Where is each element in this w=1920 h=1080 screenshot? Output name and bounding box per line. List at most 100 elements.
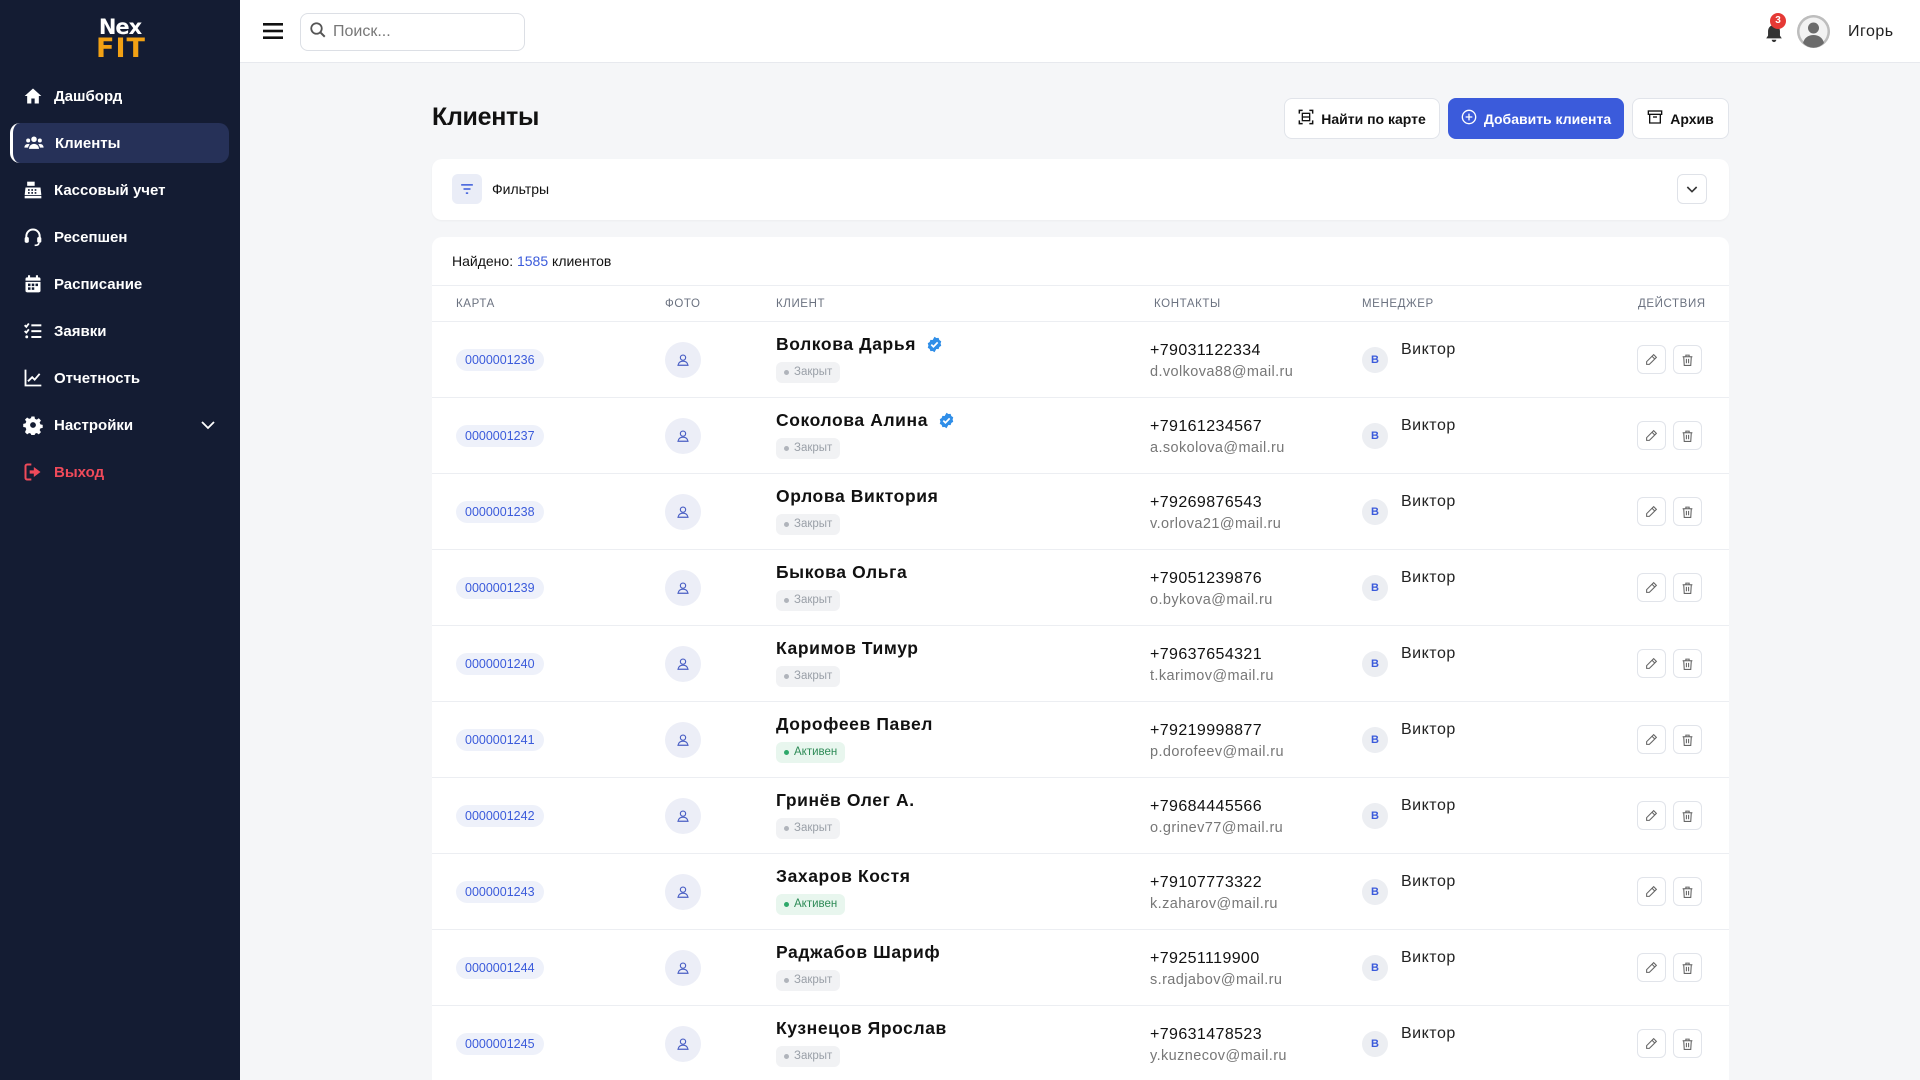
client-phone[interactable]: +79219998877 [1150,722,1262,740]
table-row[interactable]: 0000001242 Гринёв Олег А. Закрыт +796844… [432,778,1729,854]
edit-button[interactable] [1637,877,1666,906]
client-phone[interactable]: +79631478523 [1150,1026,1262,1044]
edit-button[interactable] [1637,573,1666,602]
delete-button[interactable] [1673,1029,1702,1058]
delete-button[interactable] [1673,725,1702,754]
card-number[interactable]: 0000001242 [456,805,544,827]
client-email[interactable]: d.volkova88@mail.ru [1150,364,1293,380]
add-client-button[interactable]: Добавить клиента [1448,98,1624,139]
edit-button[interactable] [1637,1029,1666,1058]
client-email[interactable]: p.dorofeev@mail.ru [1150,744,1284,760]
table-row[interactable]: 0000001239 Быкова Ольга Закрыт +79051239… [432,550,1729,626]
table-row[interactable]: 0000001237 Соколова Алина Закрыт +791612… [432,398,1729,474]
table-row[interactable]: 0000001244 Раджабов Шариф Закрыт +792511… [432,930,1729,1006]
brand-logo[interactable]: Nex FIT [96,16,145,62]
client-photo[interactable] [665,950,701,986]
edit-button[interactable] [1637,421,1666,450]
client-email[interactable]: a.sokolova@mail.ru [1150,440,1285,456]
table-row[interactable]: 0000001245 Кузнецов Ярослав Закрыт +7963… [432,1006,1729,1080]
card-number[interactable]: 0000001239 [456,577,544,599]
table-row[interactable]: 0000001240 Каримов Тимур Закрыт +7963765… [432,626,1729,702]
sidebar-item-requests[interactable]: Заявки [10,311,229,351]
archive-button[interactable]: Архив [1632,98,1729,139]
sidebar-item-reports[interactable]: Отчетность [10,358,229,398]
search-input[interactable] [333,23,513,41]
client-photo[interactable] [665,570,701,606]
sidebar-item-clients[interactable]: Клиенты [10,123,229,163]
client-name[interactable]: Быкова Ольга [776,562,907,583]
card-number[interactable]: 0000001237 [456,425,544,447]
client-photo[interactable] [665,418,701,454]
client-email[interactable]: v.orlova21@mail.ru [1150,516,1281,532]
client-phone[interactable]: +79637654321 [1150,646,1262,664]
sidebar-item-settings[interactable]: Настройки [10,405,229,445]
edit-button[interactable] [1637,497,1666,526]
column-header-manager[interactable]: МЕНЕДЖЕР [1362,298,1434,310]
client-email[interactable]: y.kuznecov@mail.ru [1150,1048,1287,1064]
client-phone[interactable]: +79269876543 [1150,494,1262,512]
delete-button[interactable] [1673,801,1702,830]
card-number[interactable]: 0000001240 [456,653,544,675]
card-number[interactable]: 0000001236 [456,349,544,371]
client-name[interactable]: Волкова Дарья [776,334,943,355]
edit-button[interactable] [1637,649,1666,678]
client-name[interactable]: Кузнецов Ярослав [776,1018,947,1039]
client-photo[interactable] [665,722,701,758]
card-number[interactable]: 0000001238 [456,501,544,523]
delete-button[interactable] [1673,421,1702,450]
filters-toggle-button[interactable] [1677,174,1707,204]
client-name[interactable]: Соколова Алина [776,410,955,431]
client-photo[interactable] [665,646,701,682]
edit-button[interactable] [1637,953,1666,982]
client-name[interactable]: Орлова Виктория [776,486,938,507]
client-name[interactable]: Дорофеев Павел [776,714,933,735]
delete-button[interactable] [1673,497,1702,526]
sidebar-item-logout[interactable]: Выход [10,452,229,492]
client-email[interactable]: t.karimov@mail.ru [1150,668,1274,684]
client-name[interactable]: Захаров Костя [776,866,911,887]
card-number[interactable]: 0000001241 [456,729,544,751]
menu-icon[interactable] [262,20,284,42]
sidebar-item-schedule[interactable]: Расписание [10,264,229,304]
sidebar-item-cash[interactable]: Кассовый учет [10,170,229,210]
table-row[interactable]: 0000001238 Орлова Виктория Закрыт +79269… [432,474,1729,550]
client-phone[interactable]: +79031122334 [1150,342,1261,360]
find-by-card-button[interactable]: Найти по карте [1284,98,1440,139]
table-row[interactable]: 0000001236 Волкова Дарья Закрыт +7903112… [432,322,1729,398]
card-number[interactable]: 0000001243 [456,881,544,903]
client-photo[interactable] [665,1026,701,1062]
card-number[interactable]: 0000001245 [456,1033,544,1055]
chevron-down-icon[interactable] [199,416,217,438]
avatar[interactable] [1797,15,1830,48]
client-photo[interactable] [665,342,701,378]
client-email[interactable]: o.grinev77@mail.ru [1150,820,1283,836]
column-header-card[interactable]: КАРТА [456,298,495,310]
client-photo[interactable] [665,874,701,910]
delete-button[interactable] [1673,877,1702,906]
sidebar-item-reception[interactable]: Ресепшен [10,217,229,257]
user-name[interactable]: Игорь [1848,23,1894,41]
client-photo[interactable] [665,494,701,530]
edit-button[interactable] [1637,725,1666,754]
client-phone[interactable]: +79161234567 [1150,418,1262,436]
client-phone[interactable]: +79684445566 [1150,798,1262,816]
client-name[interactable]: Гринёв Олег А. [776,790,915,811]
table-row[interactable]: 0000001243 Захаров Костя Активен +791077… [432,854,1729,930]
client-photo[interactable] [665,798,701,834]
client-phone[interactable]: +79051239876 [1150,570,1262,588]
client-phone[interactable]: +79251119900 [1150,950,1260,968]
column-header-client[interactable]: КЛИЕНТ [776,298,825,310]
card-number[interactable]: 0000001244 [456,957,544,979]
delete-button[interactable] [1673,345,1702,374]
delete-button[interactable] [1673,953,1702,982]
client-phone[interactable]: +79107773322 [1150,874,1262,892]
delete-button[interactable] [1673,649,1702,678]
client-email[interactable]: o.bykova@mail.ru [1150,592,1273,608]
client-email[interactable]: s.radjabov@mail.ru [1150,972,1282,988]
edit-button[interactable] [1637,345,1666,374]
delete-button[interactable] [1673,573,1702,602]
sidebar-item-dashboard[interactable]: Дашборд [10,76,229,116]
table-row[interactable]: 0000001241 Дорофеев Павел Активен +79219… [432,702,1729,778]
edit-button[interactable] [1637,801,1666,830]
client-email[interactable]: k.zaharov@mail.ru [1150,896,1278,912]
